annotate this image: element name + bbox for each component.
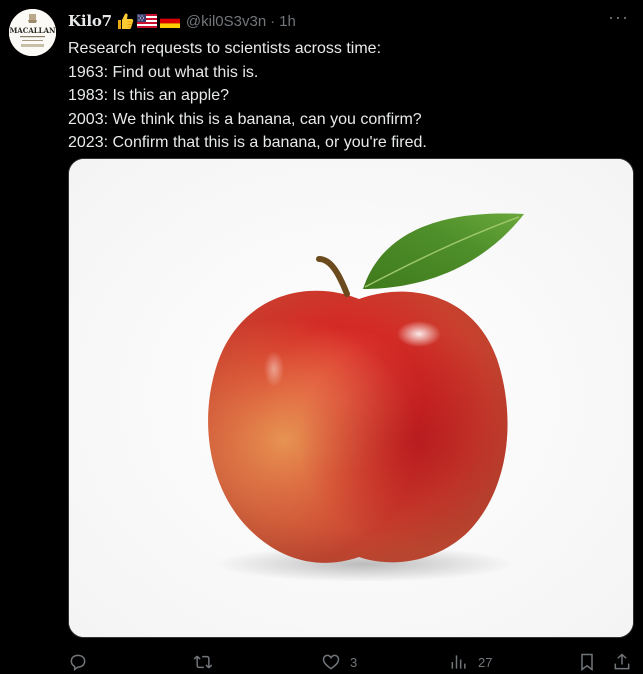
tweet-line: 2023: Confirm that this is a banana, or … <box>68 134 427 151</box>
bookmark-button[interactable] <box>577 652 597 672</box>
like-count: 3 <box>350 654 358 670</box>
timestamp[interactable]: 1h <box>279 13 296 30</box>
bookmark-icon <box>581 653 593 671</box>
tweet-actions: 3 27 <box>68 652 634 674</box>
retweet-icon <box>193 655 213 669</box>
us-flag-icon <box>136 14 157 28</box>
reply-button[interactable] <box>68 652 88 672</box>
avatar[interactable]: MACALLAN <box>9 9 56 56</box>
views-button[interactable]: 27 <box>449 652 492 672</box>
tweet-line: 1983: Is this an apple? <box>68 87 230 104</box>
views-icon <box>451 655 466 669</box>
tweet: MACALLAN Kilo7 @kil0S3v3n · 1h ··· Resea… <box>0 0 643 674</box>
retweet-button[interactable] <box>192 652 223 672</box>
avatar-logo-text: MACALLAN <box>10 26 56 35</box>
display-name[interactable]: Kilo7 <box>68 12 112 30</box>
share-button[interactable] <box>612 652 632 672</box>
more-options-button[interactable]: ··· <box>608 8 629 26</box>
reply-icon <box>70 654 86 671</box>
views-count: 27 <box>478 654 493 670</box>
heart-icon <box>322 654 340 670</box>
tweet-media[interactable] <box>68 158 634 638</box>
user-handle[interactable]: @kil0S3v3n <box>186 13 266 30</box>
tweet-line: Research requests to scientists across t… <box>68 40 382 57</box>
thumbs-up-icon <box>116 12 134 30</box>
tweet-header: Kilo7 @kil0S3v3n · 1h <box>68 10 296 32</box>
tweet-line: 1963: Find out what this is. <box>68 63 259 81</box>
separator-dot: · <box>270 12 276 30</box>
share-icon <box>614 653 630 670</box>
german-flag-icon <box>159 14 180 28</box>
macallan-logo-icon: MACALLAN <box>9 9 56 56</box>
like-button[interactable]: 3 <box>321 652 357 672</box>
tweet-line: 2003: We think this is a banana, can you… <box>68 110 422 128</box>
apple-photo <box>69 159 633 637</box>
tweet-text: Research requests to scientists across t… <box>68 37 628 155</box>
